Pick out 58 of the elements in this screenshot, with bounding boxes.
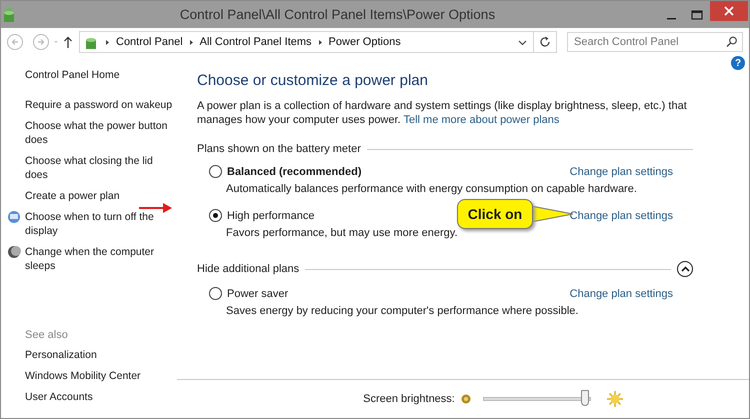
close-icon: [724, 6, 734, 16]
up-arrow-icon[interactable]: [63, 36, 73, 48]
sidebar-link[interactable]: Personalization: [25, 348, 173, 362]
search-icon: [726, 36, 737, 47]
plan-description: Favors performance, but may use more energy.: [226, 227, 459, 239]
address-bar[interactable]: Control Panel All Control Panel Items Power Options: [79, 31, 557, 53]
sidebar-link[interactable]: Require a password on wakeup: [25, 98, 172, 112]
page-heading: Choose or customize a power plan: [197, 72, 429, 89]
plan-description: Automatically balances performance with energy consumption on capable hardware.: [226, 183, 638, 195]
refresh-icon[interactable]: [539, 36, 551, 48]
close-button[interactable]: [710, 1, 748, 21]
breadcrumb-arrow-icon: [318, 38, 323, 46]
bright-sun-icon: [606, 391, 623, 407]
help-button[interactable]: ?: [731, 56, 745, 70]
sidebar-link[interactable]: Choose what closing the lid does: [25, 154, 173, 182]
radio-button[interactable]: [209, 165, 222, 178]
breadcrumb-arrow-icon: [105, 38, 110, 46]
change-plan-settings-link[interactable]: Change plan settings: [570, 288, 673, 300]
collapse-button[interactable]: [677, 261, 693, 277]
group-heading: Hide additional plans: [197, 263, 300, 275]
dropdown-caret-icon[interactable]: [518, 38, 527, 46]
brightness-label: Screen brightness:: [363, 393, 455, 405]
radio-button[interactable]: [209, 287, 222, 300]
plan-name: High performance: [227, 210, 314, 222]
display-icon: [7, 210, 21, 224]
sidebar-link[interactable]: Change when the computer sleeps: [25, 245, 173, 273]
dim-sun-icon: [460, 394, 471, 404]
sidebar-link[interactable]: Create a power plan: [25, 189, 120, 203]
sidebar-link[interactable]: Windows Mobility Center: [25, 369, 173, 383]
sidebar-link[interactable]: User Accounts: [25, 390, 173, 404]
change-plan-settings-link[interactable]: Change plan settings: [570, 166, 673, 178]
breadcrumb[interactable]: Power Options: [328, 36, 401, 48]
sidebar-link[interactable]: Choose what the power button does: [25, 119, 173, 147]
change-plan-settings-link[interactable]: Change plan settings: [570, 210, 673, 222]
group-heading: Plans shown on the battery meter: [197, 143, 361, 155]
breadcrumb-arrow-icon: [188, 38, 194, 46]
breadcrumb[interactable]: Control Panel: [116, 36, 183, 48]
caret-up-icon: [680, 266, 690, 272]
plan-description: Saves energy by reducing your computer's performance where possible.: [226, 305, 580, 317]
plan-name: Balanced (recommended): [227, 166, 362, 178]
search-field[interactable]: Search Control Panel: [567, 32, 743, 52]
help-link[interactable]: Tell me more about power plans: [403, 114, 560, 126]
pointer-arrow: [139, 203, 172, 213]
breadcrumb[interactable]: All Control Panel Items: [200, 36, 312, 48]
back-arrow-icon: [11, 38, 19, 46]
app-icon: [1, 6, 17, 22]
section-label: See also: [25, 329, 69, 341]
slider-thumb[interactable]: [581, 390, 590, 406]
maximize-icon: [691, 10, 703, 20]
sidebar-link[interactable]: Choose when to turn off the display: [25, 210, 173, 238]
sidebar-link[interactable]: Control Panel Home: [25, 68, 173, 82]
description-text: A power plan is a collection of hardware and system settings (like display brightness, sleep, etc.) that manages how your computer uses power. Tell me more about power plans: [197, 99, 687, 127]
forward-arrow-icon: [37, 38, 45, 46]
radio-button[interactable]: [209, 209, 222, 222]
moon-icon: [7, 245, 21, 259]
minimize-icon: [666, 18, 676, 20]
window-title: Control Panel\All Control Panel Items\Power Options: [178, 7, 496, 22]
plan-name: Power saver: [227, 288, 288, 300]
